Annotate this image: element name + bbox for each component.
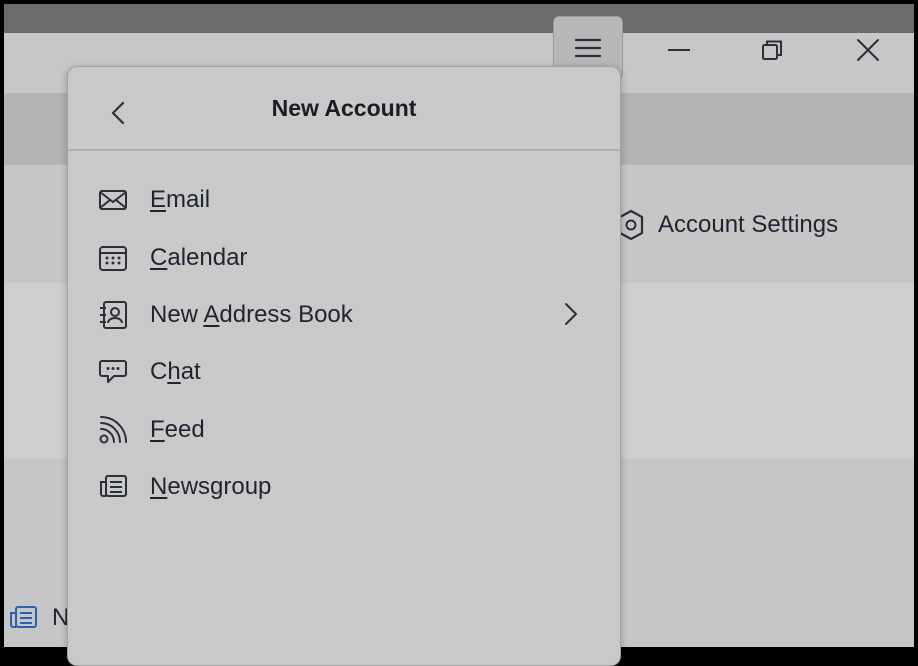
hamburger-icon bbox=[574, 38, 602, 58]
account-settings-label: Account Settings bbox=[658, 211, 839, 238]
chevron-right-icon bbox=[565, 303, 577, 325]
minimize-icon bbox=[668, 49, 690, 51]
menu-item-label: Feed bbox=[150, 416, 205, 443]
envelope-icon bbox=[99, 190, 127, 210]
new-account-panel: New Account Email Calendar New Address B… bbox=[67, 66, 621, 666]
newsgroup-icon bbox=[100, 475, 127, 497]
menu-item-label: Email bbox=[150, 186, 211, 213]
calendar-icon bbox=[99, 246, 127, 271]
menu-item-label: New Address Book bbox=[150, 301, 353, 328]
close-icon bbox=[857, 39, 879, 61]
menu-item-feed[interactable]: Feed bbox=[82, 405, 602, 455]
close-window-button[interactable] bbox=[838, 20, 898, 80]
menu-item-email[interactable]: Email bbox=[82, 175, 602, 225]
rss-icon bbox=[99, 416, 127, 444]
restore-icon bbox=[762, 40, 782, 60]
sidebar-newsgroup-item[interactable]: N bbox=[8, 604, 69, 632]
account-settings-link[interactable]: Account Settings bbox=[616, 208, 838, 242]
menu-item-newsgroup[interactable]: Newsgroup bbox=[82, 462, 602, 512]
newsgroup-icon bbox=[10, 606, 37, 628]
menu-item-label: Newsgroup bbox=[150, 473, 272, 500]
menu-item-calendar[interactable]: Calendar bbox=[82, 233, 602, 283]
panel-title: New Account bbox=[271, 95, 417, 121]
menu-item-label: Chat bbox=[150, 358, 201, 385]
restore-button[interactable] bbox=[743, 20, 803, 80]
minimize-button[interactable] bbox=[649, 20, 709, 80]
menu-item-label: Calendar bbox=[150, 244, 248, 271]
menu-item-new-address-book[interactable]: New Address Book bbox=[82, 290, 602, 340]
chat-icon bbox=[99, 360, 127, 383]
menu-item-chat[interactable]: Chat bbox=[82, 347, 602, 397]
address-book-icon bbox=[100, 301, 127, 329]
panel-header: New Account bbox=[68, 67, 620, 151]
